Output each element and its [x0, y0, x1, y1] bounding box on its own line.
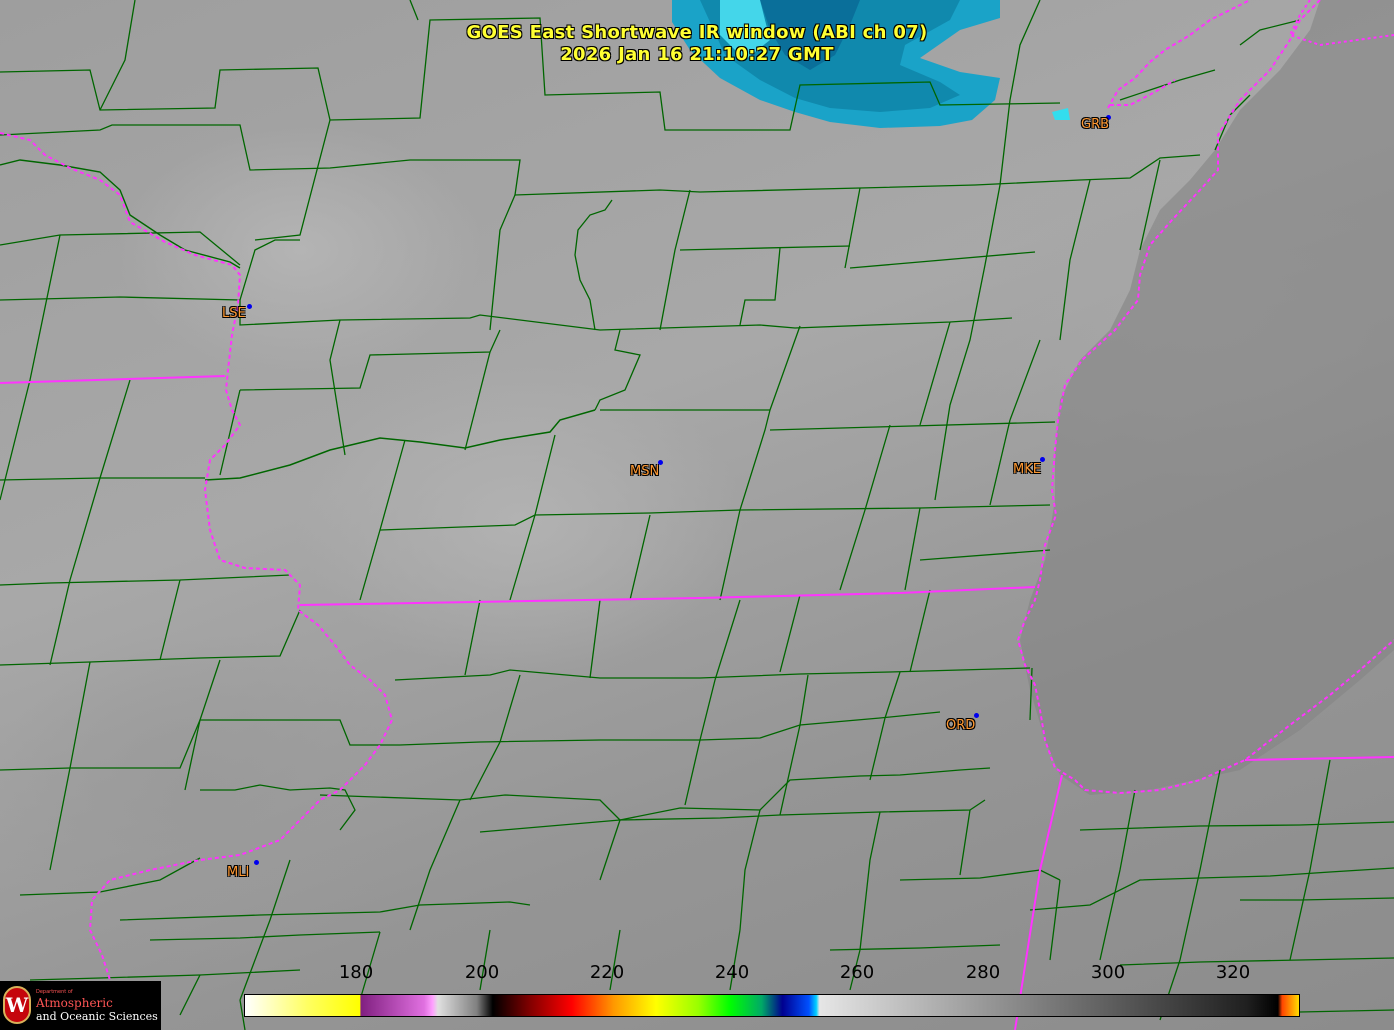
- station-label: LSE: [222, 306, 246, 321]
- colorbar-tick: 260: [839, 962, 875, 983]
- map-overlay: [0, 0, 1394, 1030]
- title-line-1: GOES East Shortwave IR window (ABI ch 07…: [466, 22, 928, 43]
- colorbar-tick: 280: [965, 962, 1001, 983]
- station-label: MLI: [227, 865, 250, 880]
- colorbar-tick: 180: [338, 962, 374, 983]
- colorbar-tick: 200: [464, 962, 500, 983]
- satellite-map: GOES East Shortwave IR window (ABI ch 07…: [0, 0, 1394, 1030]
- station-dot: [254, 860, 259, 865]
- station-label: MSN: [630, 464, 660, 479]
- colorbar-tick: 240: [714, 962, 750, 983]
- station-label: MKE: [1013, 462, 1041, 477]
- colorbar-tick: 220: [589, 962, 625, 983]
- colorbar-tick: 320: [1215, 962, 1251, 983]
- temperature-colorbar: [244, 994, 1300, 1017]
- station-dot: [247, 304, 252, 309]
- logo-dept: Department of: [36, 989, 73, 995]
- lake-michigan: [1020, 0, 1394, 795]
- logo-line-1: Atmospheric: [36, 996, 113, 1010]
- aos-logo: W Department of Atmospheric and Oceanic …: [0, 981, 161, 1030]
- uw-seal-icon: W: [3, 986, 31, 1024]
- colorbar-tick: 300: [1090, 962, 1126, 983]
- title-line-2: 2026 Jan 16 21:10:27 GMT: [560, 44, 834, 65]
- logo-line-2: and Oceanic Sciences: [36, 1010, 158, 1023]
- station-label: GRB: [1081, 117, 1110, 132]
- station-label: ORD: [946, 718, 976, 733]
